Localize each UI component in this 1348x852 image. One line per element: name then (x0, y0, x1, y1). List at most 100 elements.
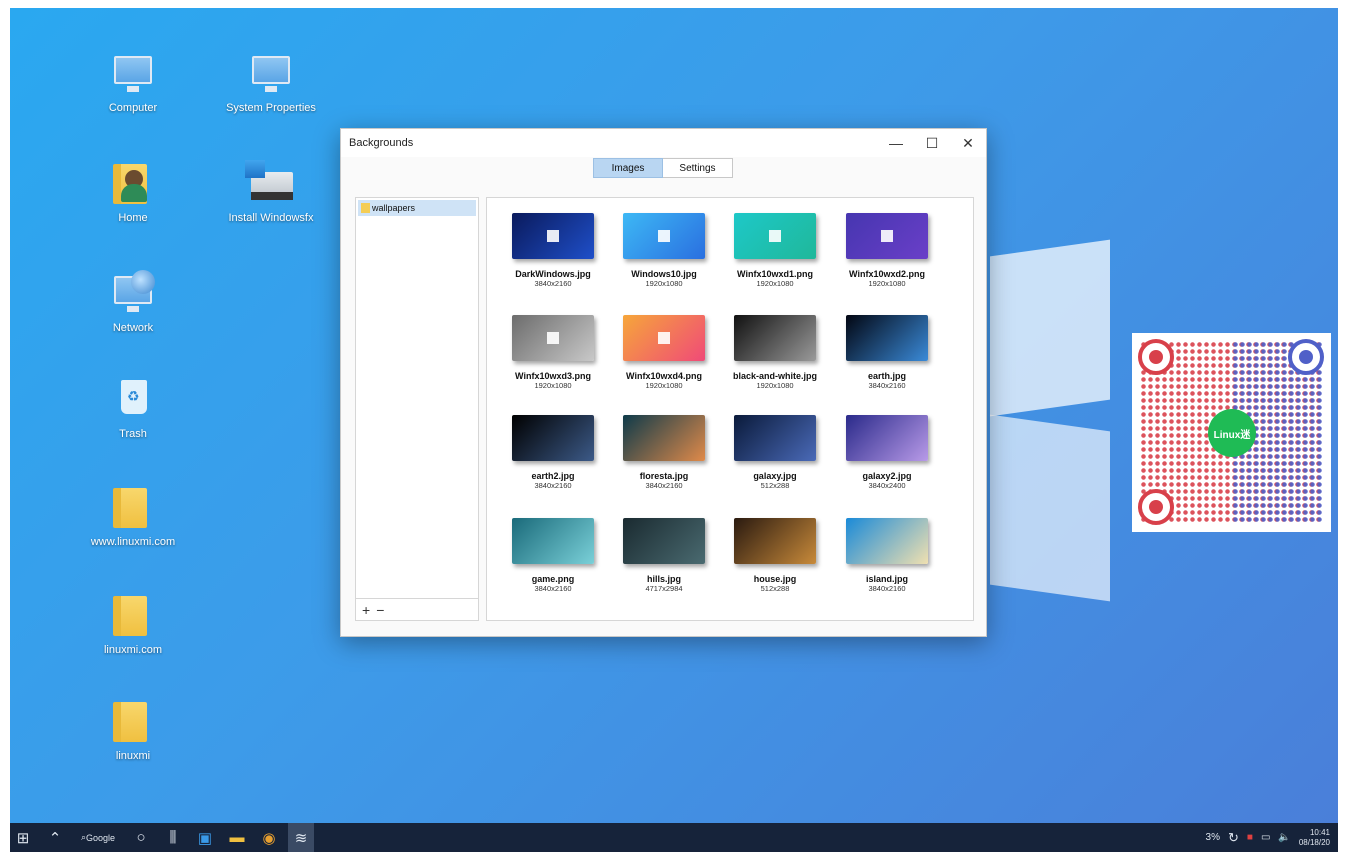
network-tray-icon[interactable]: ▭ (1261, 832, 1270, 843)
wallpaper-resolution: 1920x1080 (534, 381, 572, 390)
wallpaper-name: Winfx10wxd2.png (849, 269, 925, 279)
wallpaper-resolution: 3840x2160 (645, 481, 683, 490)
network-icon (109, 270, 157, 318)
windows-logo-icon (658, 230, 670, 242)
qr-finder (1288, 339, 1324, 375)
wallpaper-name: earth.jpg (867, 371, 906, 381)
wallpaper-preview (734, 315, 816, 361)
wallpaper-preview (734, 415, 816, 461)
folder-icon (109, 592, 157, 640)
background-logo-pane (990, 239, 1110, 417)
title-bar[interactable]: Backgrounds — ☐ ✕ (341, 129, 986, 157)
volume-icon[interactable]: 🔈 (1278, 832, 1290, 843)
minimize-button[interactable]: — (878, 135, 914, 151)
home-folder-icon (109, 160, 157, 208)
update-icon[interactable]: ↻ (1228, 830, 1239, 846)
desktop-icon-folder[interactable]: www.linuxmi.com (78, 484, 188, 548)
search-button[interactable]: ⌕ Google (74, 823, 122, 852)
clock-time: 10:41 (1309, 827, 1330, 837)
windows-logo-icon (658, 332, 670, 344)
wallpaper-preview (512, 518, 594, 564)
file-manager-icon[interactable]: ▬ (224, 823, 250, 852)
wallpaper-thumbnail[interactable]: island.jpg 3840x2160 (832, 518, 942, 593)
desktop-icon-trash[interactable]: Trash (78, 376, 188, 440)
qr-finder (1138, 489, 1174, 525)
folder-list: wallpapers + − (355, 197, 479, 621)
wallpaper-resolution: 3840x2160 (868, 381, 906, 390)
cortana-icon[interactable]: ○ (128, 823, 154, 852)
wallpaper-name: floresta.jpg (639, 471, 689, 481)
wallpaper-thumbnail[interactable]: earth2.jpg 3840x2160 (498, 415, 608, 490)
trash-icon (109, 376, 157, 424)
backgrounds-app-icon[interactable]: ≋ (288, 823, 314, 852)
notification-icon[interactable]: ■ (1247, 832, 1253, 843)
wallpaper-thumbnail[interactable]: Winfx10wxd2.png 1920x1080 (832, 213, 942, 288)
wallpaper-thumbnail[interactable]: Windows10.jpg 1920x1080 (609, 213, 719, 288)
desktop-icon-system-properties[interactable]: System Properties (216, 50, 326, 114)
wallpaper-resolution: 512x288 (760, 481, 790, 490)
wallpaper-name: earth2.jpg (531, 471, 575, 481)
wallpaper-preview (623, 315, 705, 361)
start-menu-icon[interactable]: ⊞ (10, 823, 36, 852)
desktop-icon-network[interactable]: Network (78, 270, 188, 334)
wallpaper-thumbnail[interactable]: Winfx10wxd1.png 1920x1080 (720, 213, 830, 288)
wallpaper-resolution: 1920x1080 (756, 279, 794, 288)
folder-icon (109, 484, 157, 532)
remove-folder-button[interactable]: − (376, 602, 384, 618)
desktop-icon-folder[interactable]: linuxmi.com (78, 592, 188, 656)
task-view-icon[interactable]: ⫼ (160, 823, 186, 852)
desktop-icon-install-windowsfx[interactable]: Install Windowsfx (216, 160, 326, 224)
desktop-icon-computer[interactable]: Computer (78, 50, 188, 114)
wallpaper-thumbnail[interactable]: house.jpg 512x288 (720, 518, 830, 593)
wallpaper-thumbnail[interactable]: black-and-white.jpg 1920x1080 (720, 315, 830, 390)
folder-item-wallpapers[interactable]: wallpapers (358, 200, 476, 216)
wallpaper-resolution: 4717x2984 (645, 584, 683, 593)
wallpaper-thumbnail[interactable]: floresta.jpg 3840x2160 (609, 415, 719, 490)
window-title: Backgrounds (349, 137, 414, 149)
chevron-up-icon[interactable]: ⌃ (42, 823, 68, 852)
close-button[interactable]: ✕ (950, 135, 986, 152)
clock[interactable]: 10:41 08/18/20 (1299, 828, 1330, 848)
maximize-button[interactable]: ☐ (914, 135, 950, 152)
wallpaper-preview (623, 213, 705, 259)
wallpaper-thumbnail[interactable]: hills.jpg 4717x2984 (609, 518, 719, 593)
wallpaper-name: DarkWindows.jpg (515, 269, 591, 279)
add-folder-button[interactable]: + (362, 602, 370, 618)
wallpaper-name: Winfx10wxd1.png (737, 269, 813, 279)
desktop-icon-home[interactable]: Home (78, 160, 188, 224)
windows-logo-icon (547, 230, 559, 242)
wallpaper-preview (623, 518, 705, 564)
wallpaper-name: black-and-white.jpg (732, 371, 817, 381)
wallpaper-name: galaxy2.jpg (862, 471, 912, 481)
wallpaper-name: Windows10.jpg (631, 269, 697, 279)
wallpaper-preview (846, 315, 928, 361)
tab-images[interactable]: Images (593, 158, 663, 178)
windows-logo-icon (547, 332, 559, 344)
clock-date: 08/18/20 (1298, 837, 1330, 847)
wallpaper-thumbnail[interactable]: game.png 3840x2160 (498, 518, 608, 593)
wallpaper-resolution: 1920x1080 (868, 279, 906, 288)
wallpaper-thumbnail[interactable]: DarkWindows.jpg 3840x2160 (498, 213, 608, 288)
folder-controls: + − (356, 598, 478, 620)
background-logo-pane (990, 414, 1110, 602)
wallpaper-preview (846, 518, 928, 564)
wallpaper-resolution: 512x288 (760, 584, 790, 593)
desktop-icon-folder[interactable]: linuxmi (78, 698, 188, 762)
wallpaper-preview (734, 213, 816, 259)
chrome-icon[interactable]: ◉ (256, 823, 282, 852)
wallpaper-preview (734, 518, 816, 564)
install-icon (245, 160, 295, 208)
wallpaper-thumbnail[interactable]: Winfx10wxd4.png 1920x1080 (609, 315, 719, 390)
store-icon[interactable]: ▣ (192, 823, 218, 852)
wallpaper-resolution: 3840x2400 (868, 481, 906, 490)
tab-settings[interactable]: Settings (663, 158, 733, 178)
wallpaper-name: house.jpg (753, 574, 797, 584)
wallpaper-resolution: 3840x2160 (534, 279, 572, 288)
wallpaper-name: game.png (531, 574, 575, 584)
wallpaper-thumbnail[interactable]: galaxy2.jpg 3840x2400 (832, 415, 942, 490)
wallpaper-thumbnail[interactable]: Winfx10wxd3.png 1920x1080 (498, 315, 608, 390)
wallpaper-thumbnail[interactable]: earth.jpg 3840x2160 (832, 315, 942, 390)
wallpaper-thumbnail[interactable]: galaxy.jpg 512x288 (720, 415, 830, 490)
wallpaper-resolution: 1920x1080 (756, 381, 794, 390)
wallpaper-name: hills.jpg (646, 574, 681, 584)
